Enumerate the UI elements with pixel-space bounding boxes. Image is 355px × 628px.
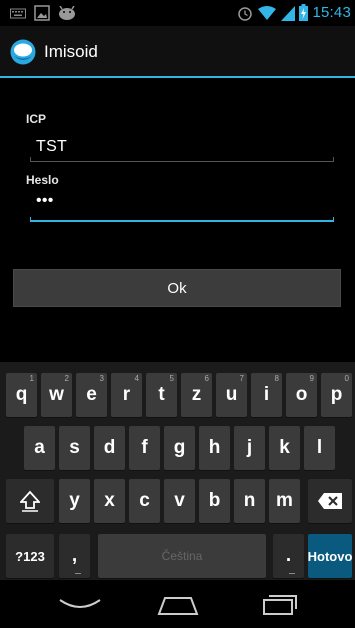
- key-v[interactable]: v: [164, 479, 195, 523]
- android-icon: [59, 6, 75, 20]
- icp-label: ICP: [26, 112, 47, 126]
- key-w[interactable]: w2: [41, 373, 72, 417]
- key-f[interactable]: f: [129, 426, 160, 470]
- key-x[interactable]: x: [94, 479, 125, 523]
- signal-icon: [281, 5, 296, 21]
- space-key[interactable]: Čeština: [98, 534, 266, 578]
- password-value: •••: [36, 192, 54, 209]
- navigation-bar: [0, 580, 355, 628]
- key-a[interactable]: a: [24, 426, 55, 470]
- shift-icon: [20, 490, 40, 512]
- password-field-underline: [30, 217, 334, 222]
- ok-button[interactable]: Ok: [13, 269, 341, 307]
- backspace-key[interactable]: [308, 479, 352, 523]
- key-o[interactable]: o9: [286, 373, 317, 417]
- key-u[interactable]: u7: [216, 373, 247, 417]
- shift-key[interactable]: [6, 479, 54, 523]
- key-t[interactable]: t5: [146, 373, 177, 417]
- symbols-key[interactable]: ?123: [6, 534, 54, 578]
- key-p[interactable]: p0: [321, 373, 352, 417]
- alarm-icon: [238, 6, 253, 21]
- status-bar: 15:43: [0, 0, 355, 26]
- back-icon[interactable]: [58, 594, 102, 614]
- key-s[interactable]: s: [59, 426, 90, 470]
- status-notifications: [10, 5, 76, 21]
- key-n[interactable]: n: [234, 479, 265, 523]
- key-q[interactable]: q1: [6, 373, 37, 417]
- home-icon[interactable]: [157, 594, 199, 616]
- status-system-icons: 15:43: [237, 4, 351, 21]
- key-z[interactable]: z6: [181, 373, 212, 417]
- backspace-icon: [318, 493, 342, 509]
- icp-field[interactable]: TST: [30, 136, 334, 162]
- done-key[interactable]: Hotovo: [308, 534, 352, 578]
- wifi-icon: [258, 5, 277, 20]
- key-l[interactable]: l: [304, 426, 335, 470]
- icp-value: TST: [36, 138, 68, 155]
- key-r[interactable]: r4: [111, 373, 142, 417]
- app-title: Imisoid: [44, 42, 98, 61]
- icp-field-underline: [30, 157, 334, 162]
- key-g[interactable]: g: [164, 426, 195, 470]
- key-k[interactable]: k: [269, 426, 300, 470]
- soft-keyboard: q1 w2 e3 r4 t5 z6 u7 i8 o9 p0 a s d f g …: [0, 362, 355, 580]
- battery-charging-icon: [299, 4, 309, 21]
- clock: 15:43: [312, 4, 351, 21]
- key-e[interactable]: e3: [76, 373, 107, 417]
- password-field[interactable]: •••: [30, 192, 334, 222]
- key-h[interactable]: h: [199, 426, 230, 470]
- key-b[interactable]: b: [199, 479, 230, 523]
- key-i[interactable]: i8: [251, 373, 282, 417]
- app-logo-icon[interactable]: [10, 39, 36, 65]
- login-form: ICP TST Heslo ••• Ok: [0, 80, 355, 362]
- key-y[interactable]: y: [59, 479, 90, 523]
- period-key[interactable]: .: [273, 534, 304, 578]
- key-c[interactable]: c: [129, 479, 160, 523]
- password-label: Heslo: [26, 173, 59, 187]
- key-j[interactable]: j: [234, 426, 265, 470]
- recent-apps-icon[interactable]: [262, 592, 298, 616]
- key-m[interactable]: m: [269, 479, 300, 523]
- key-d[interactable]: d: [94, 426, 125, 470]
- keyboard-icon: [10, 8, 26, 19]
- image-icon: [34, 5, 50, 21]
- comma-key[interactable]: ,: [59, 534, 90, 578]
- action-bar: Imisoid: [0, 26, 355, 78]
